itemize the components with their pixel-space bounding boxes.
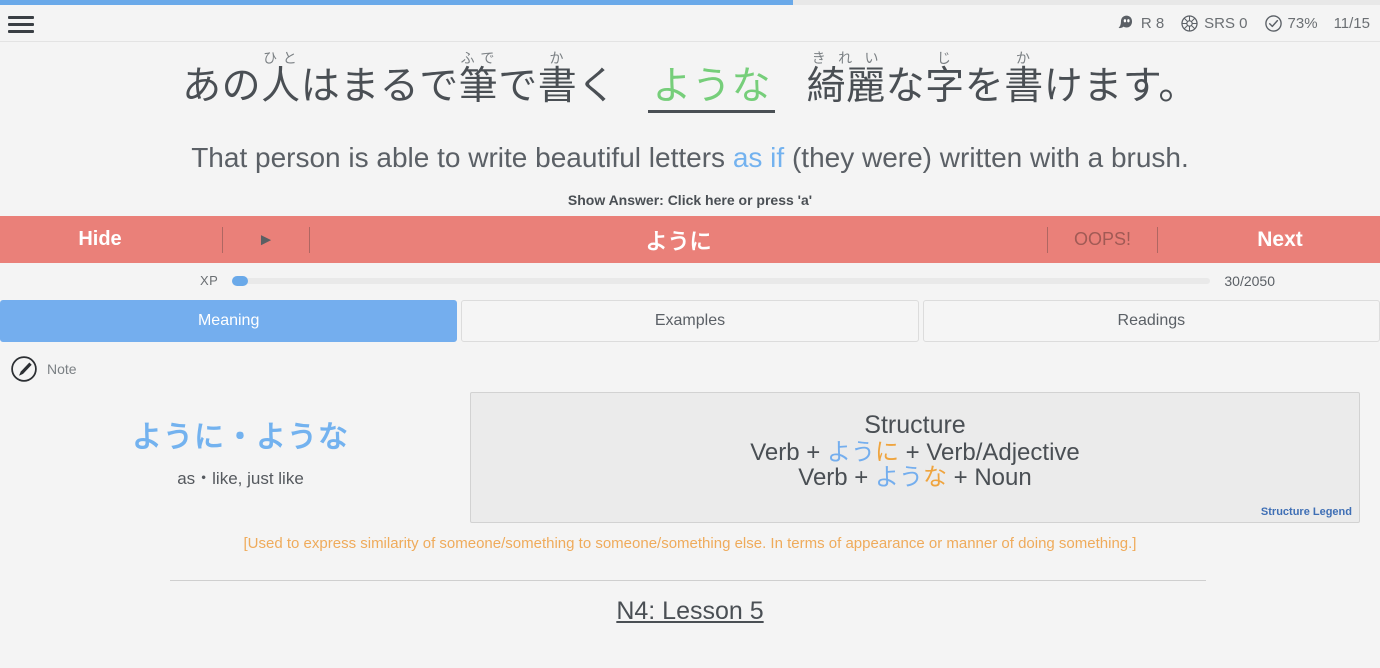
play-audio-button[interactable]: ►	[245, 230, 287, 250]
grammar-point-meaning: as・like, just like	[177, 469, 304, 488]
furigana: か	[1004, 50, 1044, 66]
stat-srs-label: SRS 0	[1204, 15, 1248, 32]
english-pre: That person is able to write beautiful l…	[191, 142, 733, 173]
grammar-point-title: ように・ような	[132, 421, 349, 454]
structure-line-1: Verb + ように + Verb/Adjective	[471, 440, 1359, 465]
structure-line-2-orange: な	[923, 464, 947, 492]
hamburger-bar	[8, 23, 34, 26]
divider	[222, 226, 223, 253]
xp-row: XP 30/2050	[0, 263, 1380, 298]
structure-line-1-pre: Verb +	[750, 439, 827, 466]
meaning-block: ように・ような as・like, just like	[132, 412, 349, 489]
xp-label: XP	[200, 273, 219, 288]
english-post: (they were) written with a brush.	[784, 142, 1189, 173]
furigana: じ	[925, 50, 965, 66]
tab-bar: Meaning Examples Readings	[0, 300, 1380, 342]
lesson-link[interactable]: N4: Lesson 5	[0, 597, 1380, 626]
divider	[1046, 226, 1048, 253]
furigana: ふで	[458, 50, 499, 66]
action-bar: Hide ► ように OOPS! Next	[0, 216, 1380, 263]
structure-line-2-blue: よう	[875, 464, 923, 492]
tab-examples[interactable]: Examples	[461, 300, 919, 342]
stat-reviews[interactable]: R 8	[1117, 14, 1164, 33]
next-button[interactable]: Next	[1180, 228, 1380, 252]
structure-title: Structure	[864, 411, 966, 439]
pen-circle-icon[interactable]	[10, 355, 38, 383]
stat-card-count: 11/15	[1334, 15, 1370, 32]
content-panel: ように・ような as・like, just like Structure Ver…	[0, 392, 1380, 668]
usage-note: [Used to express similarity of someone/s…	[243, 535, 1137, 552]
furigana: きれい	[806, 50, 886, 66]
english-highlight: as if	[732, 142, 785, 173]
furigana-group: 書か	[1004, 50, 1044, 108]
tab-readings[interactable]: Readings	[922, 300, 1380, 342]
structure-line-2-post: + Noun	[947, 464, 1032, 492]
stat-accuracy[interactable]: 73%	[1264, 14, 1318, 33]
structure-box: Structure Verb + ように + Verb/Adjective Ve…	[470, 392, 1360, 523]
japanese-sentence-head: あの人ひとはまるで筆ふでで書かく	[182, 50, 629, 108]
divider	[309, 226, 310, 253]
tab-meaning[interactable]: Meaning	[0, 300, 458, 342]
structure-line-2: Verb + ような + Noun	[471, 465, 1359, 490]
english-translation: That person is able to write beautiful l…	[0, 142, 1380, 174]
hamburger-bar	[8, 16, 34, 19]
ghost-icon	[1117, 14, 1136, 33]
furigana: ひと	[261, 50, 301, 66]
structure-line-1-blue: よう	[826, 439, 875, 466]
stat-accuracy-label: 73%	[1287, 15, 1318, 32]
structure-legend-link[interactable]: Structure Legend	[1261, 506, 1352, 518]
show-answer-hint[interactable]: Show Answer: Click here or press 'a'	[0, 192, 1380, 208]
furigana-group: 人ひと	[261, 50, 301, 108]
stat-card-count-label: 11/15	[1333, 15, 1370, 32]
hamburger-menu-icon[interactable]	[8, 14, 34, 34]
xp-count: 30/2050	[1224, 272, 1275, 289]
stat-srs[interactable]: SRS 0	[1180, 14, 1248, 33]
divider	[1157, 226, 1158, 253]
furigana-group: 字じ	[925, 50, 965, 108]
hamburger-bar	[8, 30, 34, 33]
xp-progress-track	[232, 275, 1211, 286]
study-card-app: R 8 SRS 0 73% 11/15 あの人ひとはまるで筆ふでで書かく ような…	[0, 0, 1380, 668]
divider	[170, 580, 1206, 581]
app-header: R 8 SRS 0 73% 11/15	[0, 5, 1380, 42]
stat-reviews-label: R 8	[1140, 15, 1165, 32]
structure-line-1-orange: に	[874, 439, 899, 466]
note-row[interactable]: Note	[10, 355, 77, 383]
xp-progress-fill	[232, 275, 249, 286]
furigana-group: 綺麗きれい	[806, 50, 886, 108]
hide-button[interactable]: Hide	[0, 228, 200, 251]
target-phrase: ような	[648, 65, 775, 113]
header-stats: R 8 SRS 0 73% 11/15	[1101, 5, 1370, 42]
check-circle-icon	[1264, 14, 1283, 33]
furigana: か	[537, 50, 578, 66]
question-area: あの人ひとはまるで筆ふでで書かく ような 綺麗きれいな字じを書かけます。 Tha…	[0, 42, 1380, 216]
structure-line-1-post: + Verb/Adjective	[898, 439, 1080, 466]
furigana-group: 筆ふで	[458, 50, 499, 108]
answer-text[interactable]: ように	[332, 224, 1025, 256]
japanese-sentence-tail: 綺麗きれいな字じを書かけます。	[806, 50, 1198, 108]
note-label: Note	[47, 361, 77, 377]
srs-wheel-icon	[1180, 14, 1199, 33]
oops-button[interactable]: OOPS!	[1070, 229, 1135, 250]
structure-line-2-pre: Verb +	[798, 464, 875, 492]
japanese-sentence: あの人ひとはまるで筆ふでで書かく ような 綺麗きれいな字じを書かけます。	[0, 50, 1380, 113]
furigana-group: 書か	[537, 50, 578, 108]
